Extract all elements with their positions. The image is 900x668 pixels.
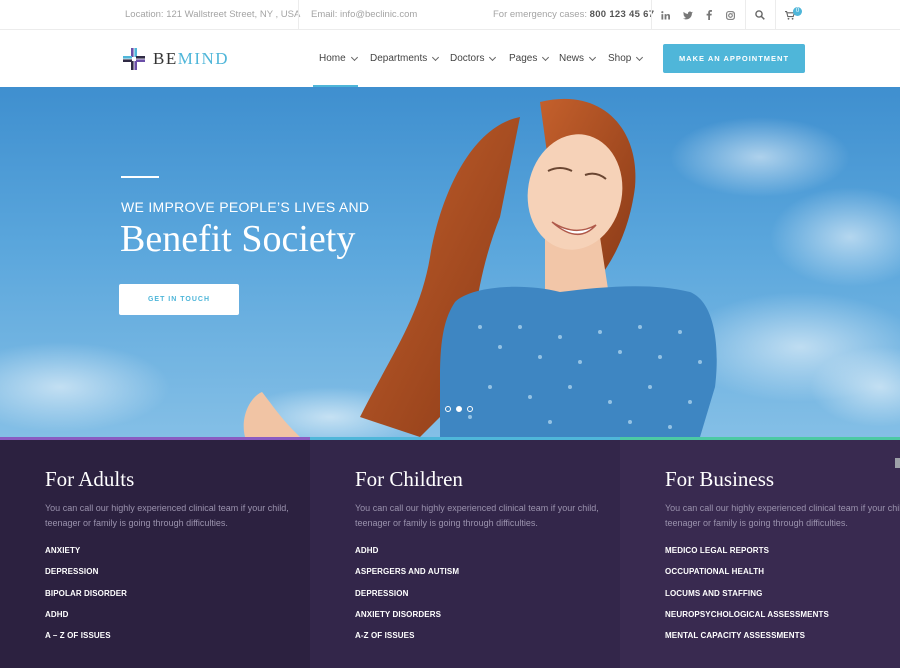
brand-name-part1: BE (153, 49, 178, 68)
slider-dot[interactable] (445, 406, 451, 412)
cart-count-badge: 0 (793, 7, 802, 16)
hero-accent-line (121, 176, 159, 178)
email-link[interactable]: Email: info@beclinic.com (311, 0, 417, 30)
service-card-adults: For Adults You can call our highly exper… (0, 437, 310, 668)
card-accent-bar (310, 437, 620, 440)
hero-subtitle: WE IMPROVE PEOPLE’S LIVES AND (121, 199, 370, 215)
service-link[interactable]: MENTAL CAPACITY ASSESSMENTS (665, 630, 829, 651)
nav-item-departments[interactable]: Departments (370, 30, 440, 87)
chevron-down-icon (636, 53, 644, 61)
emergency-phone[interactable]: 800 123 45 67 (590, 9, 655, 20)
service-link[interactable]: LOCUMS AND STAFFING (665, 588, 829, 609)
emergency-label: For emergency cases: (493, 9, 587, 20)
service-link[interactable]: A – Z OF ISSUES (45, 630, 127, 651)
brand-name-part2: MIND (177, 49, 230, 68)
service-link[interactable]: NEUROPSYCHOLOGICAL ASSESSMENTS (665, 609, 829, 630)
slider-dot-active[interactable] (456, 406, 462, 412)
service-card-business: For Business You can call our highly exp… (620, 437, 900, 668)
card-title: For Adults (45, 467, 135, 491)
nav-label: Shop (608, 53, 632, 64)
nav-item-doctors[interactable]: Doctors (450, 30, 497, 87)
hero-title: Benefit Society (120, 218, 356, 260)
service-link[interactable]: ANXIETY (45, 545, 127, 566)
hero-slider: WE IMPROVE PEOPLE’S LIVES AND Benefit So… (0, 87, 900, 437)
get-in-touch-button[interactable]: GET IN TOUCH (119, 284, 239, 315)
nav-item-news[interactable]: News (559, 30, 597, 87)
linkedin-icon[interactable] (657, 7, 673, 23)
divider (298, 0, 299, 30)
nav-label: Departments (370, 53, 428, 64)
card-accent-bar (0, 437, 310, 440)
nav-label: Doctors (450, 53, 485, 64)
chevron-down-icon (350, 53, 358, 61)
slider-pagination (445, 406, 473, 412)
logo-cross-icon (123, 48, 145, 70)
divider (745, 0, 746, 30)
card-link-list: MEDICO LEGAL REPORTS OCCUPATIONAL HEALTH… (665, 545, 829, 651)
card-description: You can call our highly experienced clin… (665, 503, 900, 528)
divider (775, 0, 776, 30)
service-link[interactable]: DEPRESSION (355, 588, 459, 609)
card-description: You can call our highly experienced clin… (355, 503, 599, 528)
site-header: BEMIND Home Departments Doctors Pages Ne… (0, 30, 900, 87)
brand-name: BEMIND (153, 49, 229, 69)
nav-item-pages[interactable]: Pages (509, 30, 550, 87)
top-info-bar: Location: 121 Wallstreet Street, NY , US… (0, 0, 900, 30)
search-icon[interactable] (752, 7, 768, 23)
card-accent-bar (620, 437, 900, 440)
card-link-list: ANXIETY DEPRESSION BIPOLAR DISORDER ADHD… (45, 545, 127, 651)
emergency-contact: For emergency cases: 800 123 45 67 (493, 0, 654, 30)
nav-label: News (559, 53, 585, 64)
divider (651, 0, 652, 30)
instagram-icon[interactable] (722, 7, 738, 23)
card-title: For Business (665, 467, 775, 491)
service-link[interactable]: ADHD (45, 609, 127, 630)
make-appointment-button[interactable]: MAKE AN APPOINTMENT (663, 44, 805, 73)
service-link[interactable]: MEDICO LEGAL REPORTS (665, 545, 829, 566)
hero-background-image (0, 98, 900, 437)
service-card-children: For Children You can call our highly exp… (310, 437, 620, 668)
nav-label: Home (319, 53, 346, 64)
service-link[interactable]: A-Z OF ISSUES (355, 630, 459, 651)
card-description: You can call our highly experienced clin… (45, 503, 289, 528)
chevron-down-icon (588, 53, 597, 61)
chevron-down-icon (489, 53, 497, 61)
nav-label: Pages (509, 53, 538, 64)
service-link[interactable]: OCCUPATIONAL HEALTH (665, 566, 829, 587)
location-text: Location: 121 Wallstreet Street, NY , US… (125, 9, 301, 20)
scrollbar-thumb[interactable] (895, 458, 900, 468)
nav-item-shop[interactable]: Shop (608, 30, 644, 87)
twitter-icon[interactable] (680, 7, 696, 23)
slider-dot[interactable] (467, 406, 473, 412)
service-link[interactable]: BIPOLAR DISORDER (45, 588, 127, 609)
chevron-down-icon (432, 53, 440, 61)
card-title: For Children (355, 467, 463, 491)
card-link-list: ADHD ASPERGERS AND AUTISM DEPRESSION ANX… (355, 545, 459, 651)
service-link[interactable]: ASPERGERS AND AUTISM (355, 566, 459, 587)
facebook-icon[interactable] (701, 7, 717, 23)
chevron-down-icon (542, 53, 550, 61)
nav-item-home[interactable]: Home (319, 30, 358, 87)
service-link[interactable]: ANXIETY DISORDERS (355, 609, 459, 630)
service-link[interactable]: ADHD (355, 545, 459, 566)
brand-logo[interactable]: BEMIND (123, 48, 229, 70)
service-link[interactable]: DEPRESSION (45, 566, 127, 587)
